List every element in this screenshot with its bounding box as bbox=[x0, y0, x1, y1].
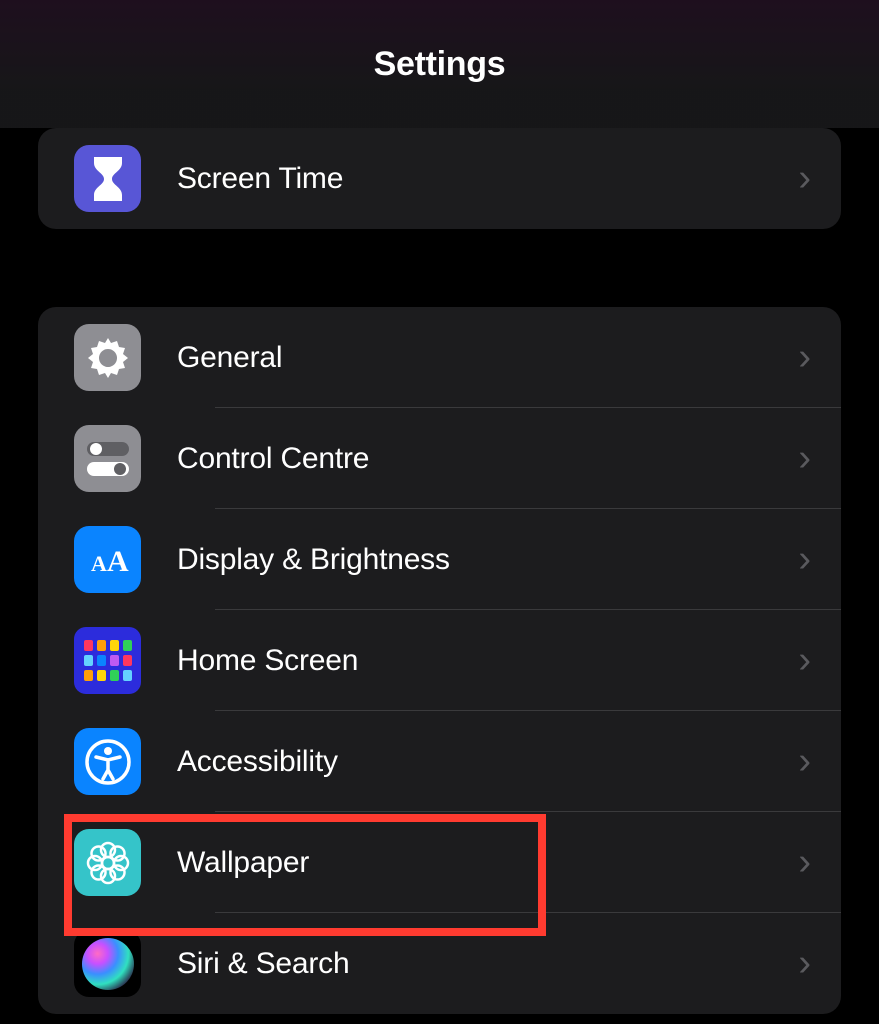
settings-row-control-centre[interactable]: Control Centre › bbox=[38, 408, 841, 509]
row-label: Control Centre bbox=[177, 442, 798, 476]
chevron-right-icon: › bbox=[798, 740, 811, 783]
settings-row-screen-time[interactable]: Screen Time › bbox=[38, 128, 841, 229]
settings-row-siri-search[interactable]: Siri & Search › bbox=[38, 913, 841, 1014]
gear-icon bbox=[74, 324, 141, 391]
row-label: Wallpaper bbox=[177, 846, 798, 880]
svg-text:A: A bbox=[107, 545, 129, 577]
row-label: Display & Brightness bbox=[177, 543, 798, 577]
accessibility-icon bbox=[74, 728, 141, 795]
row-label: Siri & Search bbox=[177, 947, 798, 981]
row-label: Home Screen bbox=[177, 644, 798, 678]
flower-icon bbox=[74, 829, 141, 896]
settings-row-display-brightness[interactable]: A A Display & Brightness › bbox=[38, 509, 841, 610]
svg-text:A: A bbox=[91, 551, 107, 576]
chevron-right-icon: › bbox=[798, 942, 811, 985]
settings-row-accessibility[interactable]: Accessibility › bbox=[38, 711, 841, 812]
siri-orb-icon bbox=[74, 930, 141, 997]
settings-list: Screen Time › General › bbox=[0, 128, 879, 1014]
settings-row-wallpaper[interactable]: Wallpaper › bbox=[38, 812, 841, 913]
app-grid-icon bbox=[74, 627, 141, 694]
chevron-right-icon: › bbox=[798, 437, 811, 480]
text-size-icon: A A bbox=[74, 526, 141, 593]
settings-row-general[interactable]: General › bbox=[38, 307, 841, 408]
settings-row-home-screen[interactable]: Home Screen › bbox=[38, 610, 841, 711]
row-label: Screen Time bbox=[177, 162, 798, 196]
settings-group: General › Control Centre › A A bbox=[38, 307, 841, 1014]
chevron-right-icon: › bbox=[798, 538, 811, 581]
hourglass-icon bbox=[74, 145, 141, 212]
nav-header: Settings bbox=[0, 0, 879, 128]
chevron-right-icon: › bbox=[798, 841, 811, 884]
row-label: General bbox=[177, 341, 798, 375]
chevron-right-icon: › bbox=[798, 639, 811, 682]
chevron-right-icon: › bbox=[798, 157, 811, 200]
toggles-icon bbox=[74, 425, 141, 492]
row-label: Accessibility bbox=[177, 745, 798, 779]
settings-group: Screen Time › bbox=[38, 128, 841, 229]
chevron-right-icon: › bbox=[798, 336, 811, 379]
page-title: Settings bbox=[374, 45, 506, 84]
